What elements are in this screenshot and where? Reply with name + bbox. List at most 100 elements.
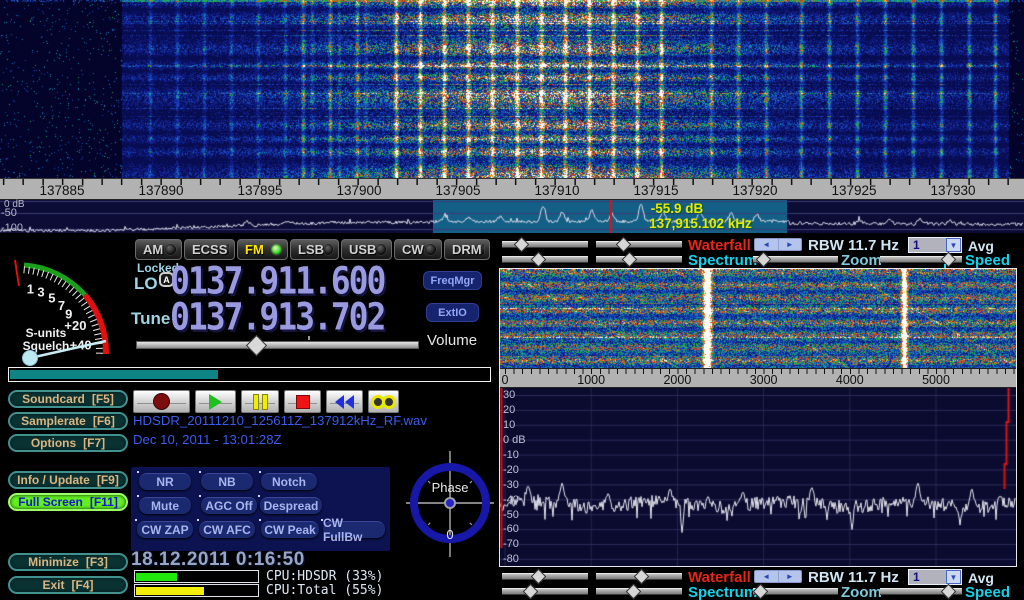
stop-button[interactable]: [284, 390, 321, 413]
mode-button-label: DRM: [452, 242, 482, 257]
rf-freq-scale-label: 1000: [577, 373, 605, 387]
waterfall-brightness-slider-bottom-thumb[interactable]: [634, 569, 650, 585]
rbw-step-right-icon[interactable]: ►: [779, 571, 802, 582]
mode-button-fm[interactable]: FM: [237, 239, 288, 260]
rf-db-label: 30: [503, 389, 515, 401]
waterfall-contrast-slider-bottom[interactable]: [502, 573, 588, 580]
rf-db-label: -40: [503, 494, 519, 506]
smeter-scale-label: 5: [48, 290, 55, 305]
avg-dropdown-bottom[interactable]: 1▼: [908, 569, 962, 585]
zoom-slider-bottom[interactable]: [753, 588, 838, 595]
menu-button-minimize[interactable]: Minimize[F3]: [8, 553, 128, 571]
rf-db-label: 0 dB: [503, 434, 526, 446]
speed-slider-bottom[interactable]: [880, 588, 962, 595]
record-icon: [153, 393, 170, 410]
chevron-down-icon[interactable]: ▼: [946, 238, 961, 252]
spectrum-offset-slider-bottom-thumb[interactable]: [626, 584, 642, 600]
mode-button-usb[interactable]: USB: [341, 239, 392, 260]
rf-waterfall-display[interactable]: [500, 269, 1016, 368]
zoom-slider-top[interactable]: [753, 256, 838, 263]
spectrum-gain-slider-bottom[interactable]: [502, 588, 588, 595]
spectrum-gain-slider-top-thumb[interactable]: [531, 252, 547, 268]
mode-button-lsb[interactable]: LSB: [290, 239, 339, 260]
dsp-button-despread[interactable]: Despread: [260, 497, 322, 514]
volume-slider[interactable]: [136, 341, 419, 349]
menu-button-samplerate[interactable]: Samplerate[F6]: [8, 412, 128, 430]
rf-spectrum-display[interactable]: [500, 388, 1016, 566]
phase-label: Phase: [432, 480, 469, 495]
spectrum-gain-slider-bottom-thumb[interactable]: [523, 584, 539, 600]
rbw-step-left-icon[interactable]: ◄: [755, 571, 779, 582]
spectrum-offset-slider-top[interactable]: [596, 256, 682, 263]
menu-button-full-screen[interactable]: Full Screen[F11]: [8, 493, 128, 511]
cpu-total-bar: [134, 584, 259, 597]
freq-scale-label: 137925: [831, 183, 876, 198]
menu-button-key: [F6]: [93, 414, 115, 428]
menu-button-options[interactable]: Options[F7]: [8, 434, 128, 452]
extio-button[interactable]: ExtIO: [426, 303, 479, 322]
waterfall-brightness-slider-bottom[interactable]: [596, 573, 682, 580]
speed-label-bottom: Speed: [965, 584, 1010, 600]
menu-button-soundcard[interactable]: Soundcard[F5]: [8, 390, 128, 408]
dsp-button-cw-afc[interactable]: CW AFC: [199, 521, 255, 538]
recording-datetime: Dec 10, 2011 - 13:01:28Z: [133, 432, 282, 447]
mode-button-drm[interactable]: DRM: [444, 239, 490, 260]
rf-db-label: -60: [503, 523, 519, 535]
loop-icon: [371, 395, 396, 409]
main-frequency-scale[interactable]: 1378851378901378951379001379051379101379…: [0, 178, 1024, 200]
dsp-button-cw-peak[interactable]: CW Peak: [261, 521, 319, 538]
tune-frequency-value[interactable]: 0137.913.702: [170, 295, 384, 339]
avg-dropdown-top[interactable]: 1▼: [908, 237, 962, 253]
mode-button-am[interactable]: AM: [135, 239, 182, 260]
play-button[interactable]: [195, 390, 236, 413]
phase-dial[interactable]: Phase 0: [406, 451, 494, 557]
spectrum-label-bottom: Spectrum: [688, 584, 757, 600]
menu-button-label: Info / Update: [17, 473, 90, 487]
menu-button-info-update[interactable]: Info / Update[F9]: [8, 471, 128, 489]
dsp-button-agc-off[interactable]: AGC Off: [201, 497, 257, 514]
menu-button-exit[interactable]: Exit[F4]: [8, 576, 128, 594]
waterfall-contrast-slider-bottom-thumb[interactable]: [531, 569, 547, 585]
spectrum-offset-slider-bottom[interactable]: [596, 588, 682, 595]
avg-dropdown-value: 1: [909, 570, 946, 584]
loop-button[interactable]: [368, 390, 399, 413]
dsp-button-nr[interactable]: NR: [139, 473, 191, 490]
freq-scale-label: 137885: [39, 183, 84, 198]
rbw-step-left-icon[interactable]: ◄: [755, 239, 779, 250]
pause-button[interactable]: [241, 390, 279, 413]
hdsdr-window: 1378851378901378951379001379051379101379…: [0, 0, 1024, 600]
main-spectrum-trace[interactable]: [0, 200, 1024, 233]
waterfall-contrast-slider-top-thumb[interactable]: [514, 237, 530, 253]
dsp-button-nb[interactable]: NB: [201, 473, 253, 490]
chevron-down-icon[interactable]: ▼: [946, 570, 961, 584]
speed-slider-top[interactable]: [880, 256, 962, 263]
squelch-level-bar[interactable]: [8, 367, 491, 382]
rbw-stepper-top[interactable]: ◄►: [754, 238, 802, 251]
mode-button-cw[interactable]: CW: [394, 239, 442, 260]
spectrum-gain-slider-top[interactable]: [502, 256, 588, 263]
zoom-slider-top-thumb[interactable]: [756, 252, 772, 268]
rbw-stepper-bottom[interactable]: ◄►: [754, 570, 802, 583]
spectrum-offset-slider-top-thumb[interactable]: [622, 252, 638, 268]
cpu-total-fill: [136, 587, 204, 595]
mode-button-ecss[interactable]: ECSS: [184, 239, 235, 260]
dsp-button-cw-zap[interactable]: CW ZAP: [137, 521, 193, 538]
rbw-step-right-icon[interactable]: ►: [779, 239, 802, 250]
waterfall-brightness-slider-top[interactable]: [596, 241, 682, 248]
freq-scale-label: 137890: [138, 183, 183, 198]
main-waterfall-display[interactable]: [0, 0, 1024, 178]
dsp-button-notch[interactable]: Notch: [261, 473, 317, 490]
phase-value: 0: [446, 527, 453, 542]
dsp-button-cw-fullbw[interactable]: CW FullBw: [323, 521, 385, 538]
waterfall-brightness-slider-top-thumb[interactable]: [616, 237, 632, 253]
freqmgr-button[interactable]: FreqMgr: [423, 271, 482, 290]
dsp-button-mute[interactable]: Mute: [139, 497, 191, 514]
menu-button-label: Minimize: [28, 555, 79, 569]
rewind-button[interactable]: [326, 390, 363, 413]
waterfall-contrast-slider-top[interactable]: [502, 241, 588, 248]
menu-button-label: Options: [31, 436, 76, 450]
record-button[interactable]: [133, 390, 190, 413]
rf-frequency-scale[interactable]: 010002000300040005000: [500, 368, 1016, 388]
speed-slider-bottom-thumb[interactable]: [941, 584, 957, 600]
s-meter[interactable]: 13579+20+40S-unitsSquelch: [2, 240, 130, 366]
